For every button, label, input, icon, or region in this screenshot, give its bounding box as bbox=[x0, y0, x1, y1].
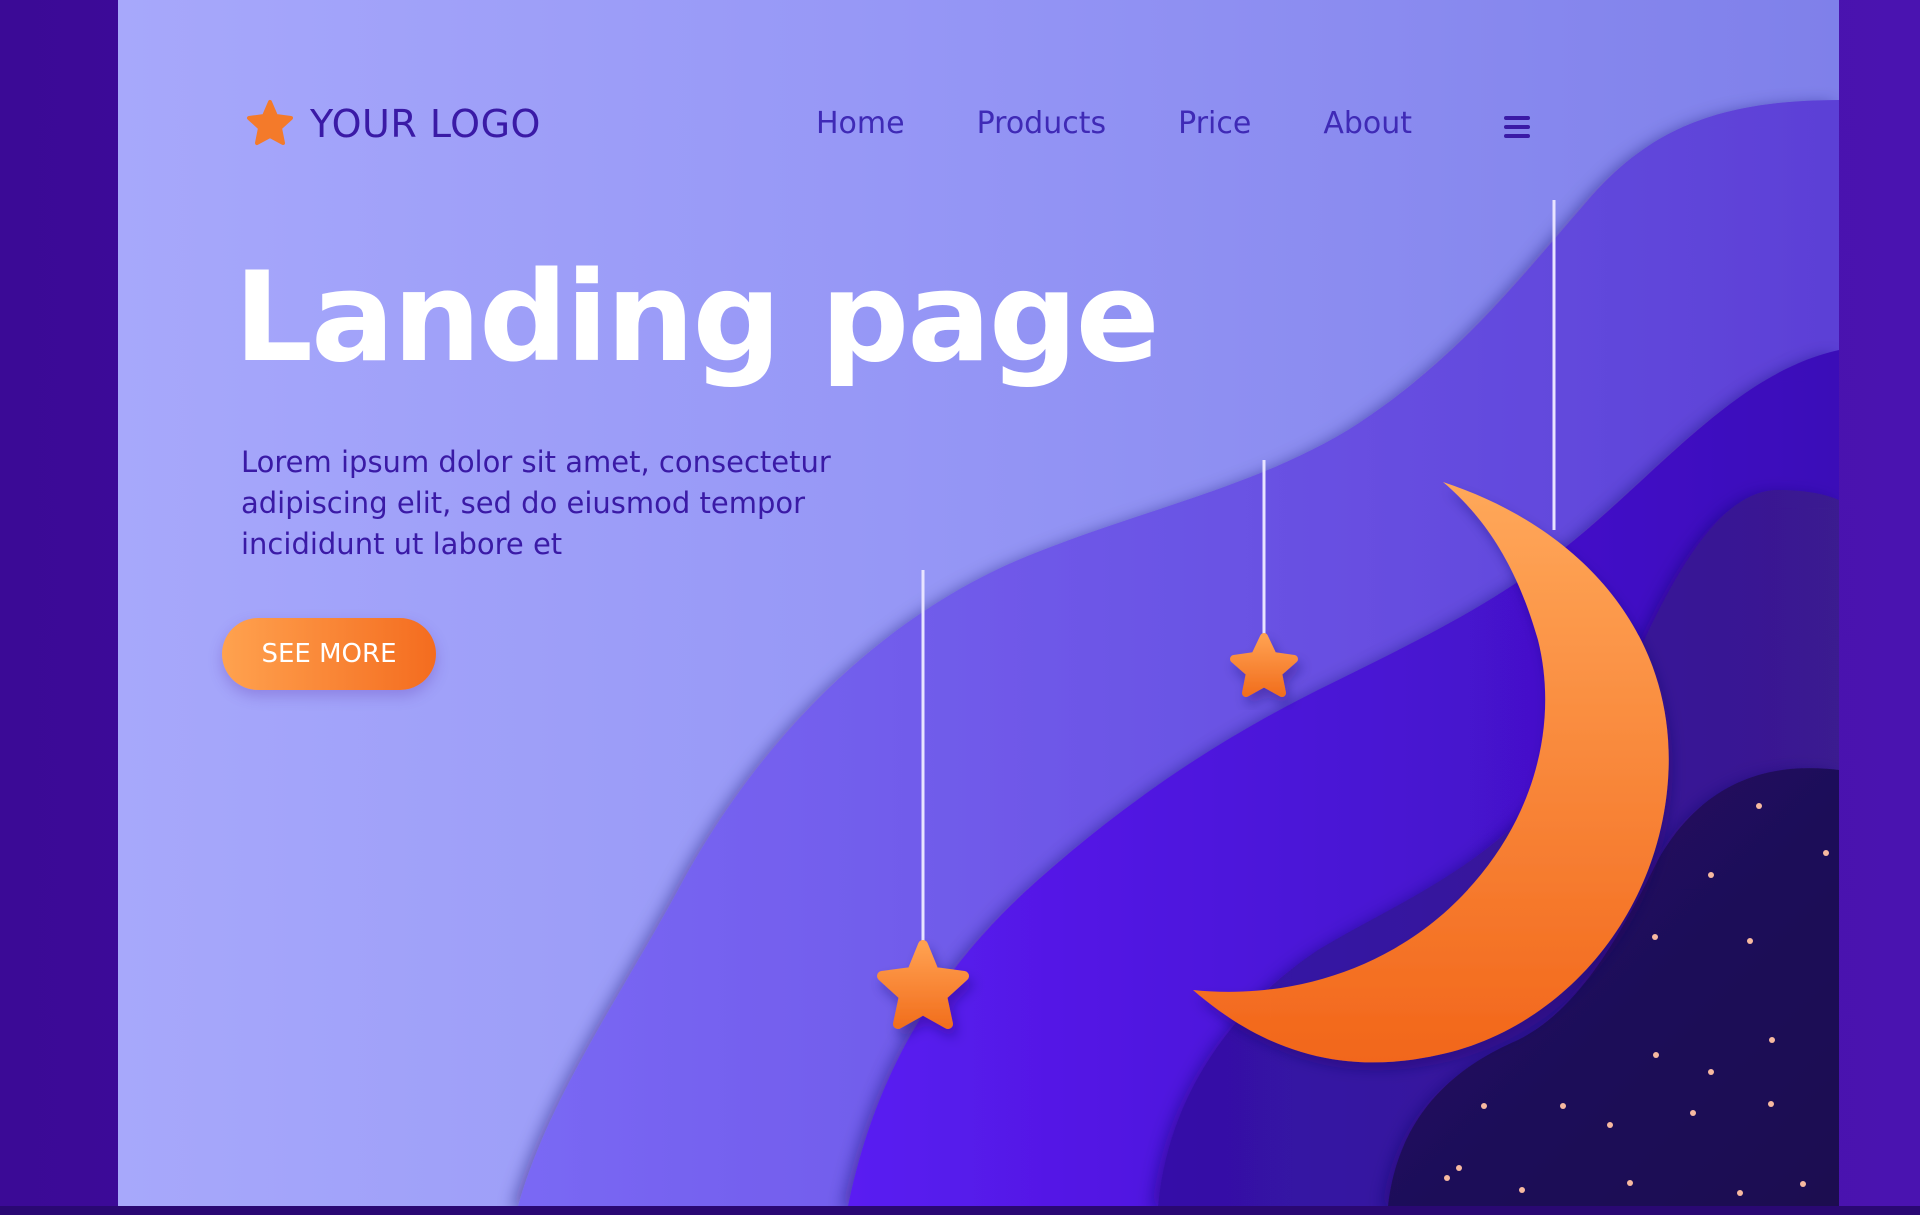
bottom-bar bbox=[0, 1206, 1920, 1215]
paper-cut-illustration bbox=[518, 100, 1839, 1206]
star-icon bbox=[247, 100, 293, 145]
logo[interactable]: YOUR LOGO bbox=[242, 96, 541, 152]
hero-title: Landing page bbox=[234, 246, 1160, 390]
nav-link-products[interactable]: Products bbox=[977, 106, 1107, 141]
nav-link-price[interactable]: Price bbox=[1178, 106, 1251, 141]
logo-text: YOUR LOGO bbox=[310, 102, 541, 146]
hero-body-text: Lorem ipsum dolor sit amet, consectetur … bbox=[241, 445, 831, 561]
menu-bar bbox=[1504, 125, 1530, 129]
nav-link-home[interactable]: Home bbox=[816, 106, 905, 141]
see-more-button[interactable]: SEE MORE bbox=[222, 618, 436, 690]
main-navigation: Home Products Price About bbox=[816, 106, 1484, 141]
hamburger-menu-icon[interactable] bbox=[1504, 116, 1530, 140]
nav-link-about[interactable]: About bbox=[1323, 106, 1412, 141]
menu-bar bbox=[1504, 116, 1530, 120]
landing-page-canvas: YOUR LOGO Home Products Price About Land… bbox=[118, 0, 1839, 1206]
menu-bar bbox=[1504, 134, 1530, 138]
